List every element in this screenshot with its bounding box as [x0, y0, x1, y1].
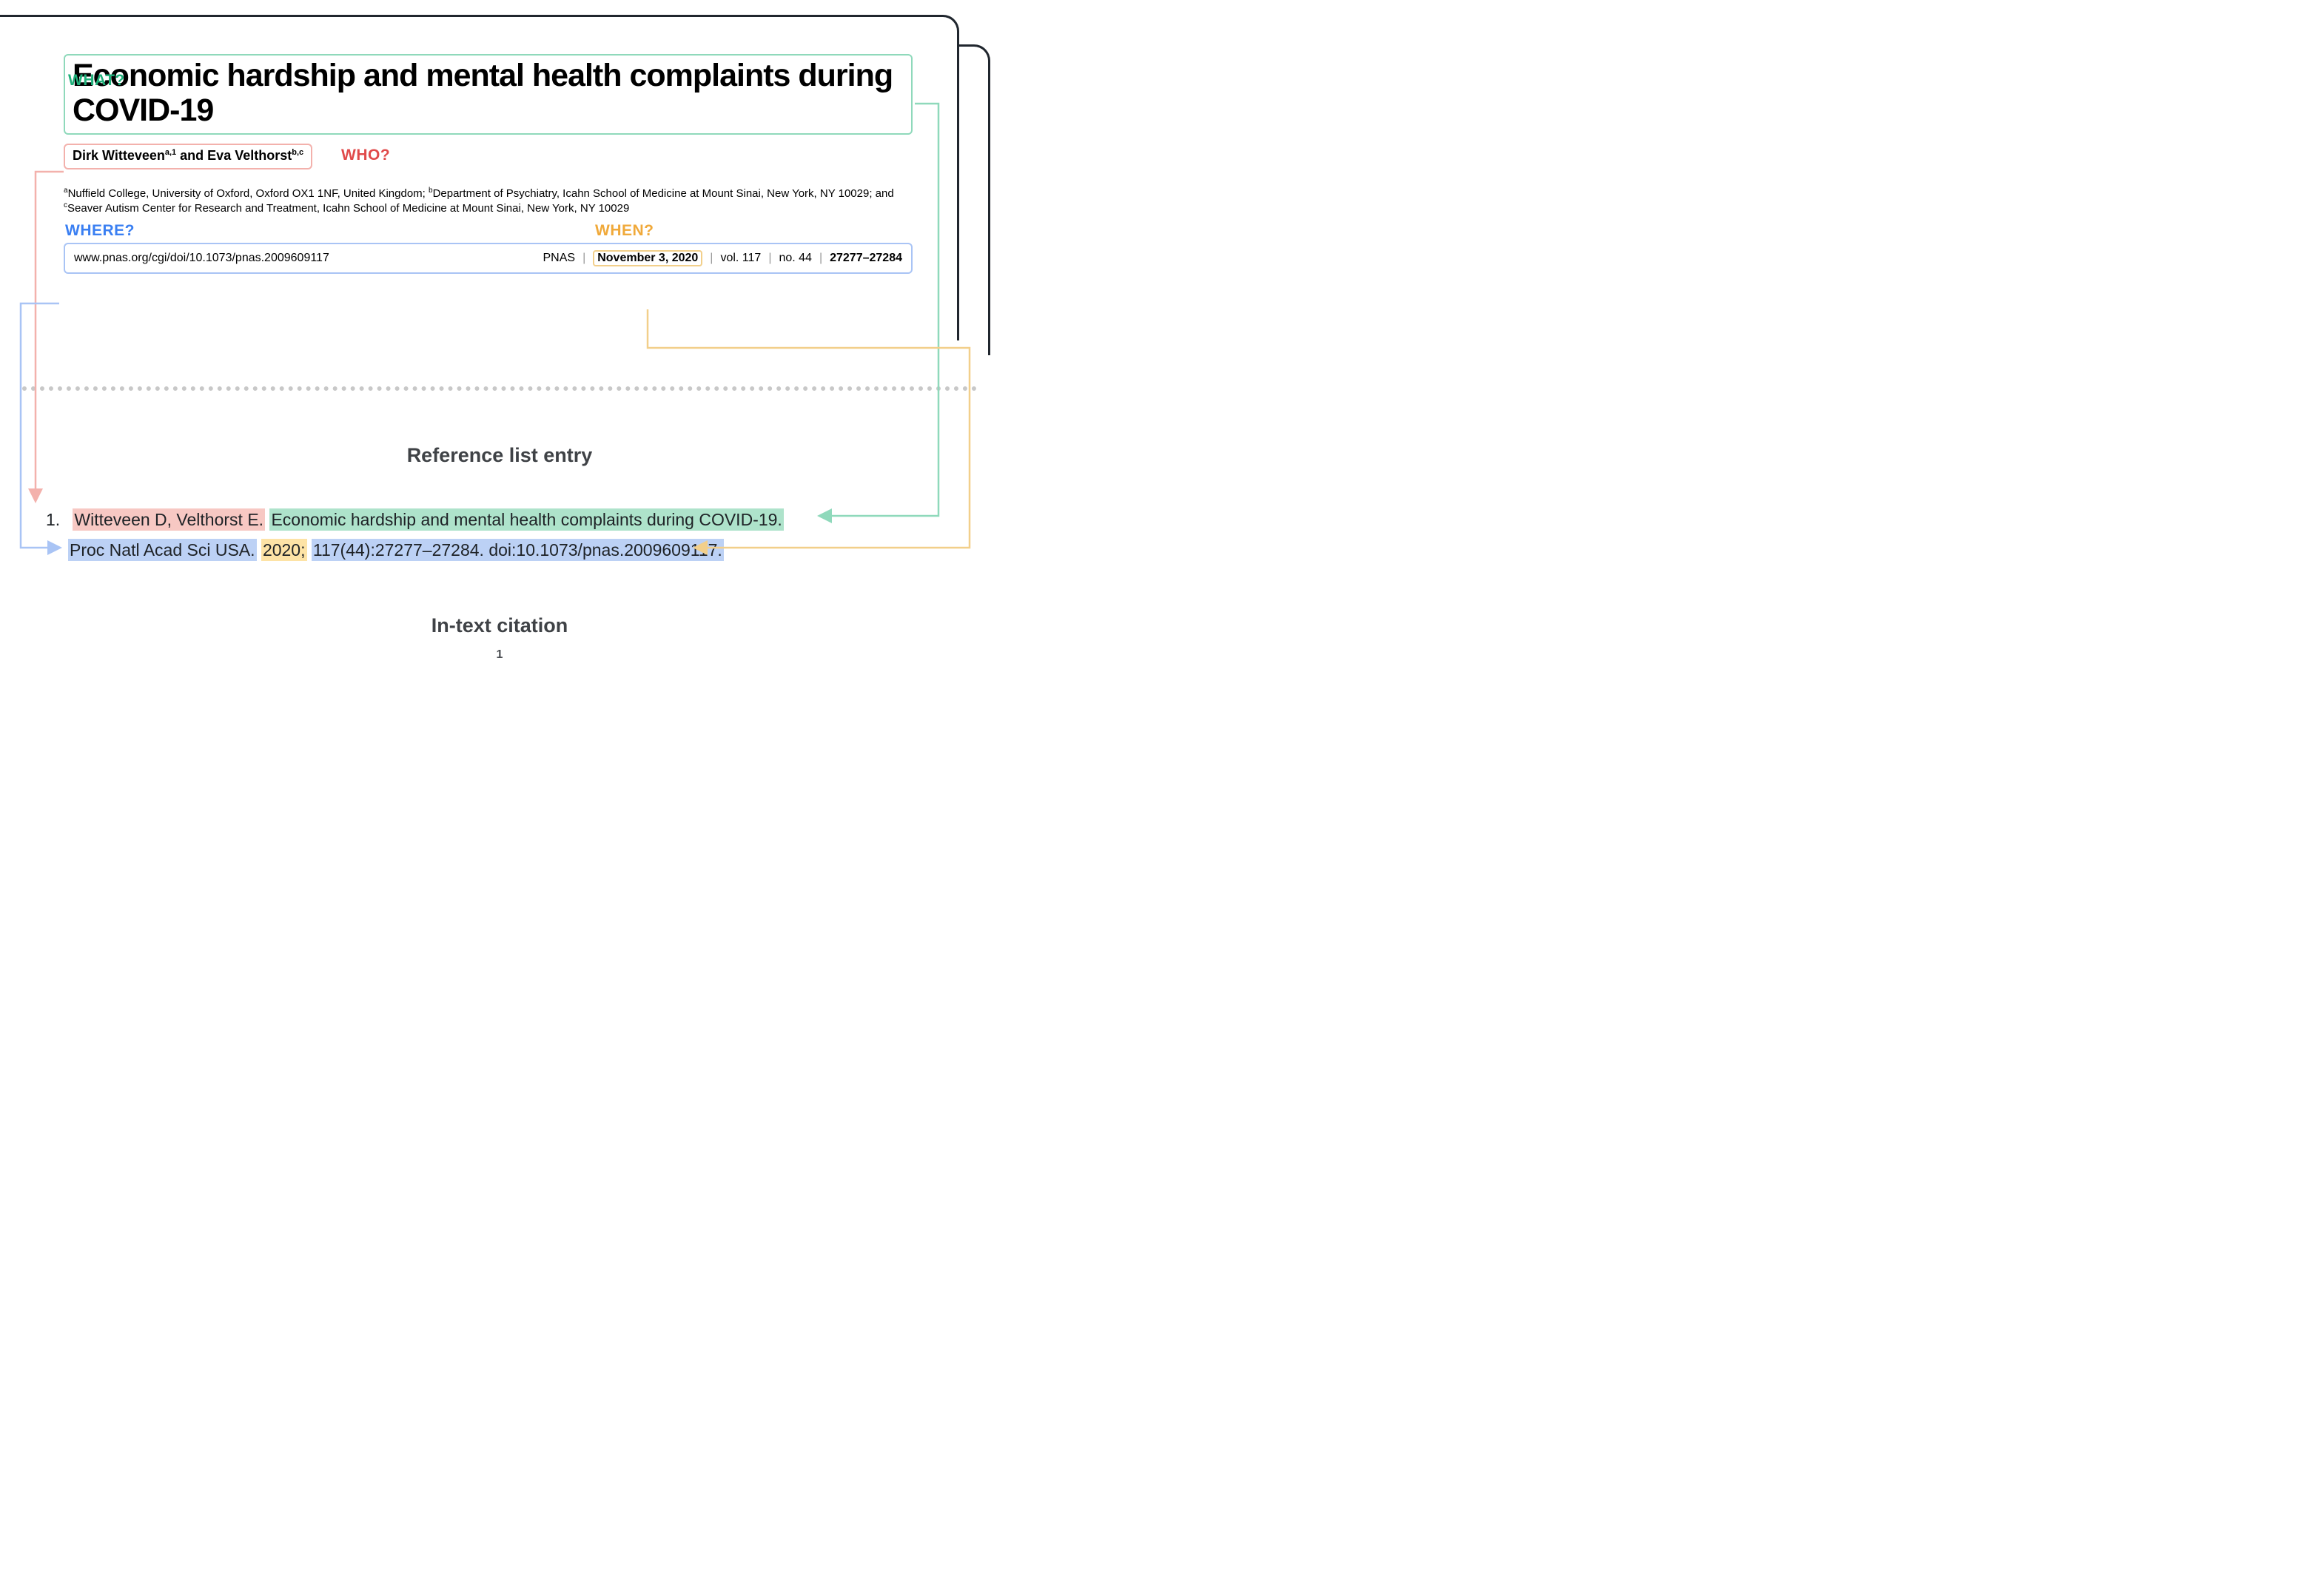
- date-highlight-box: November 3, 2020: [593, 250, 702, 266]
- ref-journal-highlight: Proc Natl Acad Sci USA.: [68, 539, 257, 561]
- volume: vol. 117: [720, 252, 761, 265]
- separator: |: [575, 252, 593, 265]
- affiliations: aNuffield College, University of Oxford,…: [64, 186, 913, 216]
- publication-date: November 3, 2020: [597, 252, 698, 264]
- label-who: WHO?: [341, 147, 390, 164]
- publication-info-box: WHERE? WHEN? www.pnas.org/cgi/doi/10.107…: [64, 243, 913, 274]
- label-where: WHERE?: [65, 222, 135, 240]
- issue: no. 44: [779, 252, 811, 265]
- ref-locator-highlight: 117(44):27277–27284. doi:10.1073/pnas.20…: [312, 539, 724, 561]
- journal-name: PNAS: [543, 252, 575, 265]
- title-highlight-box: WHAT? Economic hardship and mental healt…: [64, 54, 913, 135]
- publication-meta: PNAS | November 3, 2020 | vol. 117 | no.…: [543, 250, 902, 266]
- reference-entry: 1. Witteveen D, Velthorst E. Economic ha…: [46, 505, 955, 566]
- separator: |: [812, 252, 830, 265]
- separator: |: [761, 252, 779, 265]
- paper-title: Economic hardship and mental health comp…: [73, 58, 904, 129]
- authors-highlight-box: Dirk Witteveena,1 and Eva Velthorstb,c: [64, 144, 312, 169]
- author-row: Dirk Witteveena,1 and Eva Velthorstb,c W…: [64, 144, 913, 169]
- doi-url: www.pnas.org/cgi/doi/10.1073/pnas.200960…: [74, 252, 329, 265]
- reference-number: 1.: [46, 505, 68, 535]
- ref-year-highlight: 2020;: [261, 539, 307, 561]
- label-what: WHAT?: [68, 72, 125, 90]
- page-range: 27277–27284: [830, 252, 902, 265]
- ref-authors-highlight: Witteveen D, Velthorst E.: [73, 508, 265, 531]
- page-number: 1: [0, 648, 999, 662]
- separator: |: [702, 252, 720, 265]
- ref-title-highlight: Economic hardship and mental health comp…: [269, 508, 783, 531]
- paper-card-front: WHAT? Economic hardship and mental healt…: [0, 15, 959, 340]
- heading-intext-citation: In-text citation: [0, 614, 999, 637]
- citation-diagram: WHAT? Economic hardship and mental healt…: [0, 0, 999, 681]
- heading-reference-list: Reference list entry: [0, 444, 999, 467]
- divider-dotted: [22, 386, 977, 391]
- label-when: WHEN?: [595, 222, 654, 240]
